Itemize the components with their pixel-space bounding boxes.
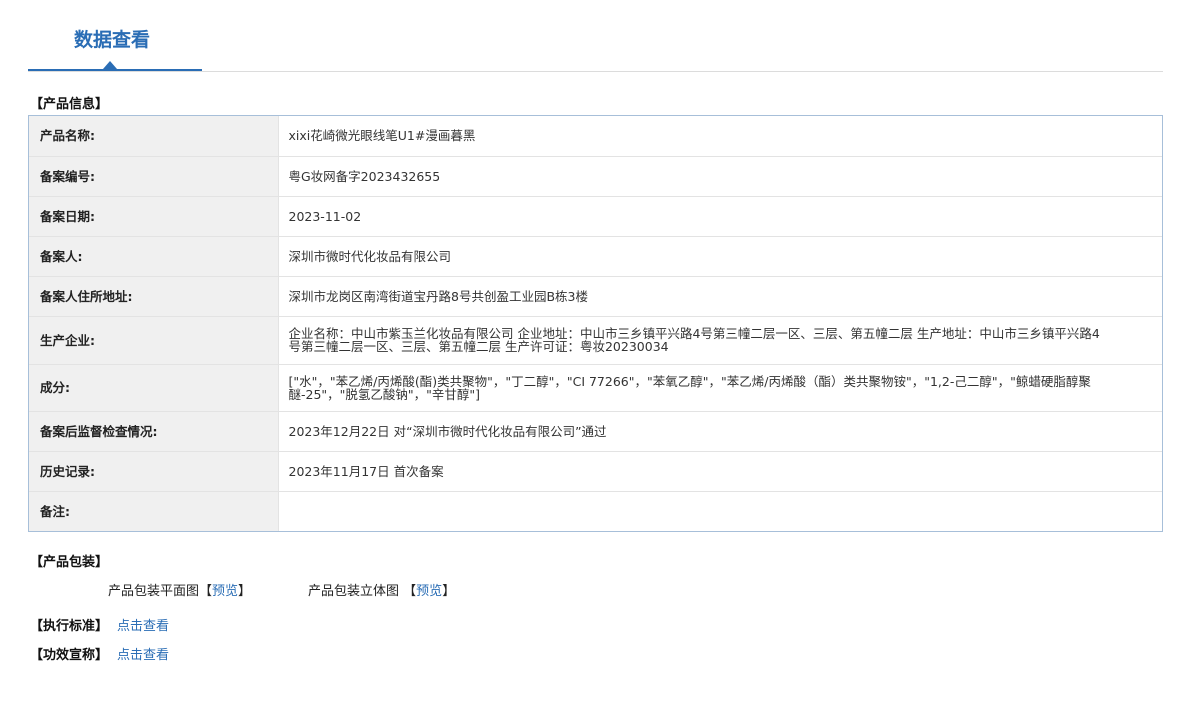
row-label-manufacturer: 生产企业: [29, 316, 279, 365]
preview-3d-link[interactable]: 预览 [416, 584, 442, 599]
standard-view-link[interactable]: 点击查看 [117, 618, 169, 636]
bracket-close: 】 [238, 584, 252, 599]
section-title-product-info: 【产品信息】 [30, 97, 109, 112]
row-label-post-inspection: 备案后监督检查情况: [29, 411, 279, 452]
bracket-open: 【 [199, 584, 213, 599]
table-row: 生产企业: 企业名称：中山市紫玉兰化妆品有限公司 企业地址：中山市三乡镇平兴路4… [29, 316, 1162, 365]
preview-flat-link[interactable]: 预览 [212, 584, 238, 599]
row-label-product-name: 产品名称: [29, 116, 279, 157]
row-label-ingredients: 成分: [29, 364, 279, 412]
packaging-3d-label: 产品包装立体图 [308, 584, 400, 599]
table-row: 历史记录: 2023年11月17日 首次备案 [29, 451, 1162, 492]
table-row: 备案日期: 2023-11-02 [29, 196, 1162, 237]
tab-data-view-label: 数据查看 [74, 29, 151, 51]
table-row: 备案人: 深圳市微时代化妆品有限公司 [29, 236, 1162, 277]
row-value-post-inspection: 2023年12月22日 对“深圳市微时代化妆品有限公司”通过 [278, 411, 1162, 452]
row-label-record-date: 备案日期: [29, 196, 279, 237]
row-label-record-no: 备案编号: [29, 156, 279, 197]
row-value-record-no: 粤G妆网备字2023432655 [278, 156, 1162, 197]
bracket-open: 【 [403, 584, 417, 599]
section-title-efficacy: 【功效宣称】 [30, 648, 109, 663]
row-value-record-date: 2023-11-02 [278, 196, 1162, 237]
efficacy-view-link[interactable]: 点击查看 [117, 647, 169, 665]
row-value-history: 2023年11月17日 首次备案 [278, 451, 1162, 492]
table-row: 备案编号: 粤G妆网备字2023432655 [29, 156, 1162, 197]
row-label-registrant-address: 备案人住所地址: [29, 276, 279, 317]
row-label-registrant: 备案人: [29, 236, 279, 277]
section-title-packaging: 【产品包装】 [30, 555, 109, 570]
table-row: 成分: ["水"，"苯乙烯/丙烯酸(酯)类共聚物"，"丁二醇"，"CI 7726… [29, 364, 1162, 412]
table-row: 产品名称: xixi花崎微光眼线笔U1#漫画暮黑 [29, 116, 1162, 157]
packaging-3d-view: 产品包装立体图 【预览】 [308, 583, 455, 601]
row-label-history: 历史记录: [29, 451, 279, 492]
row-label-remarks: 备注: [29, 491, 279, 531]
tab-bar: 数据查看 [28, 0, 1163, 72]
table-row: 备案后监督检查情况: 2023年12月22日 对“深圳市微时代化妆品有限公司”通… [29, 411, 1162, 452]
row-value-product-name: xixi花崎微光眼线笔U1#漫画暮黑 [278, 116, 1162, 157]
bracket-close: 】 [442, 584, 456, 599]
row-value-registrant: 深圳市微时代化妆品有限公司 [278, 236, 1162, 277]
product-info-table: 产品名称: xixi花崎微光眼线笔U1#漫画暮黑 备案编号: 粤G妆网备字202… [28, 115, 1163, 532]
section-title-standard: 【执行标准】 [30, 619, 109, 634]
packaging-flat-view: 产品包装平面图【预览】 [108, 583, 251, 601]
row-value-ingredients: ["水"，"苯乙烯/丙烯酸(酯)类共聚物"，"丁二醇"，"CI 77266"，"… [278, 364, 1162, 412]
tab-data-view[interactable]: 数据查看 [28, 0, 202, 71]
table-row: 备注: [29, 491, 1162, 531]
table-row: 备案人住所地址: 深圳市龙岗区南湾街道宝丹路8号共创盈工业园B栋3楼 [29, 276, 1162, 317]
tab-active-caret-icon [103, 61, 117, 69]
row-value-registrant-address: 深圳市龙岗区南湾街道宝丹路8号共创盈工业园B栋3楼 [278, 276, 1162, 317]
packaging-flat-label: 产品包装平面图 [108, 584, 200, 599]
row-value-remarks [278, 491, 1162, 531]
row-value-manufacturer: 企业名称：中山市紫玉兰化妆品有限公司 企业地址：中山市三乡镇平兴路4号第三幢二层… [278, 316, 1162, 365]
